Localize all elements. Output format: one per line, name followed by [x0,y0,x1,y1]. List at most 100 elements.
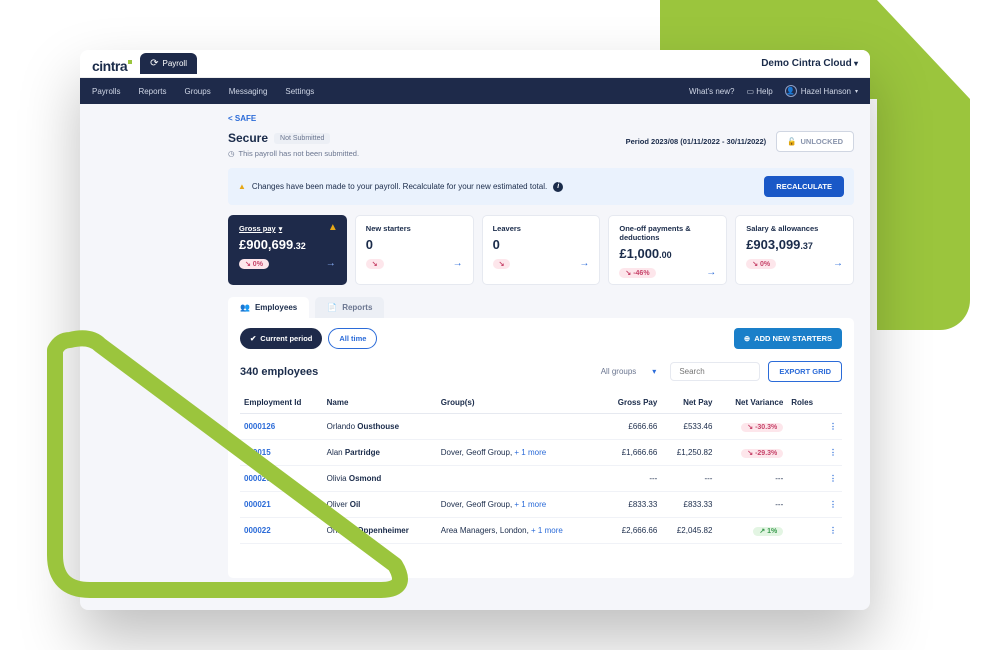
nav-settings[interactable]: Settings [285,87,314,96]
gross-pay-cell: £1,666.66 [601,440,661,466]
table-row: 000015 Alan Partridge Dover, Geoff Group… [240,440,842,466]
groups-filter[interactable]: All groups ▾ [595,363,663,380]
employee-groups [437,466,601,492]
variance-pill: ↘ -30.3% [741,423,783,432]
roles-cell [787,518,825,544]
net-pay-cell: £2,045.82 [661,518,716,544]
groups-more-link[interactable]: + 1 more [514,448,546,457]
nav-groups[interactable]: Groups [184,87,210,96]
card-one-off[interactable]: One-off payments & deductions £1,000.00 … [608,215,727,285]
title-row: Secure Not Submitted ◷ This payroll has … [228,131,854,158]
card-leavers[interactable]: Leavers 0 ↘→ [482,215,601,285]
tab-employees[interactable]: 👥 Employees [228,297,309,318]
module-tab-label: Payroll [163,59,187,68]
row-actions-menu[interactable]: ⋮ [829,422,838,431]
whats-new-link[interactable]: What's new? [689,87,735,96]
recalculate-button[interactable]: RECALCULATE [764,176,844,197]
employee-groups: Dover, Geoff Group, + 1 more [437,492,601,518]
add-new-starters-button[interactable]: ⊕ ADD NEW STARTERS [734,328,842,349]
arrow-right-icon[interactable]: → [326,258,336,269]
app-window: cintra ⟳ Payroll Demo Cintra Cloud Payro… [80,50,870,610]
groups-more-link[interactable]: + 1 more [531,526,563,535]
delta-pill: ↘ [493,259,511,269]
content-area: < SAFE Secure Not Submitted ◷ This payro… [80,104,870,610]
employment-id-link[interactable]: 0000126 [240,414,323,440]
alert-text: Changes have been made to your payroll. … [252,182,547,191]
tab-reports[interactable]: 📄 Reports [315,297,384,318]
chip-current-period[interactable]: ✔ Current period [240,328,322,349]
arrow-right-icon[interactable]: → [453,258,463,269]
card-gross-pay[interactable]: ▲ Gross pay▾ £900,699.32 ↘ 0%→ [228,215,347,285]
arrow-right-icon[interactable]: → [833,258,843,269]
card-new-starters[interactable]: New starters 0 ↘→ [355,215,474,285]
user-name: Hazel Hanson [801,87,851,96]
help-link[interactable]: ▭ Help [746,87,772,96]
user-menu[interactable]: 👤 Hazel Hanson ▾ [785,85,858,97]
search-input[interactable] [670,362,760,381]
row-actions-menu[interactable]: ⋮ [829,474,838,483]
col-net-variance[interactable]: Net Variance [716,392,787,414]
groups-more-link[interactable]: + 1 more [514,500,546,509]
plus-circle-icon: ⊕ [744,334,750,343]
employment-id-link[interactable]: 000020 [240,466,323,492]
col-groups[interactable]: Group(s) [437,392,601,414]
topbar: cintra ⟳ Payroll Demo Cintra Cloud [80,50,870,78]
employment-id-link[interactable]: 000015 [240,440,323,466]
arrow-right-icon[interactable]: → [579,258,589,269]
net-variance-cell: --- [716,492,787,518]
clock-icon: ◷ [228,149,235,158]
net-pay-cell: £833.33 [661,492,716,518]
col-name[interactable]: Name [323,392,437,414]
employee-name: Oliver Oil [323,492,437,518]
export-grid-button[interactable]: EXPORT GRID [768,361,842,382]
lock-icon: 🔓 [787,137,796,146]
employee-groups [437,414,601,440]
page-title: Secure [228,131,268,145]
row-actions-menu[interactable]: ⋮ [829,526,838,535]
col-gross-pay[interactable]: Gross Pay [601,392,661,414]
col-net-pay[interactable]: Net Pay [661,392,716,414]
row-actions-menu[interactable]: ⋮ [829,448,838,457]
variance-pill: ↘ -29.3% [741,449,783,458]
gross-pay-cell: £2,666.66 [601,518,661,544]
refresh-icon: ⟳ [150,58,158,69]
chevron-down-icon: ▾ [279,225,283,233]
row-actions-menu[interactable]: ⋮ [829,500,838,509]
net-pay-cell: £533.46 [661,414,716,440]
net-variance-cell: ↘ -30.3% [716,414,787,440]
employment-id-link[interactable]: 000021 [240,492,323,518]
tenant-selector[interactable]: Demo Cintra Cloud [761,58,858,69]
help-icon: ▭ [746,87,754,96]
employee-groups: Dover, Geoff Group, + 1 more [437,440,601,466]
col-roles[interactable]: Roles [787,392,825,414]
back-link[interactable]: < SAFE [228,114,854,123]
roles-cell [787,466,825,492]
nav-payrolls[interactable]: Payrolls [92,87,120,96]
content-tabs: 👥 Employees 📄 Reports [228,297,854,318]
period-label: Period 2023/08 (01/11/2022 - 30/11/2022) [626,137,767,146]
variance-pill: ↗ 1% [753,527,783,536]
table-row: 0000126 Orlando Ousthouse £666.66 £533.4… [240,414,842,440]
net-pay-cell: £1,250.82 [661,440,716,466]
unlocked-button[interactable]: 🔓 UNLOCKED [776,131,854,152]
employee-name: Orlando Ousthouse [323,414,437,440]
chip-all-time[interactable]: All time [328,328,377,349]
summary-cards: ▲ Gross pay▾ £900,699.32 ↘ 0%→ New start… [228,215,854,285]
delta-pill: ↘ [366,259,384,269]
card-salary-allowances[interactable]: Salary & allowances £903,099.37 ↘ 0%→ [735,215,854,285]
info-icon[interactable]: i [553,182,563,192]
col-employment-id[interactable]: Employment Id [240,392,323,414]
employee-name: Alan Partridge [323,440,437,466]
table-row: 000022 Orlando Oppenheimer Area Managers… [240,518,842,544]
employees-panel: ✔ Current period All time ⊕ ADD NEW STAR… [228,318,854,578]
delta-pill: ↘ 0% [239,259,269,269]
nav-reports[interactable]: Reports [138,87,166,96]
roles-cell [787,440,825,466]
nav-left: Payrolls Reports Groups Messaging Settin… [92,87,314,96]
arrow-right-icon[interactable]: → [706,267,716,278]
status-badge: Not Submitted [274,133,330,144]
employment-id-link[interactable]: 000022 [240,518,323,544]
recalculate-alert: ▲ Changes have been made to your payroll… [228,168,854,205]
module-tab-payroll[interactable]: ⟳ Payroll [140,53,197,74]
nav-messaging[interactable]: Messaging [229,87,268,96]
